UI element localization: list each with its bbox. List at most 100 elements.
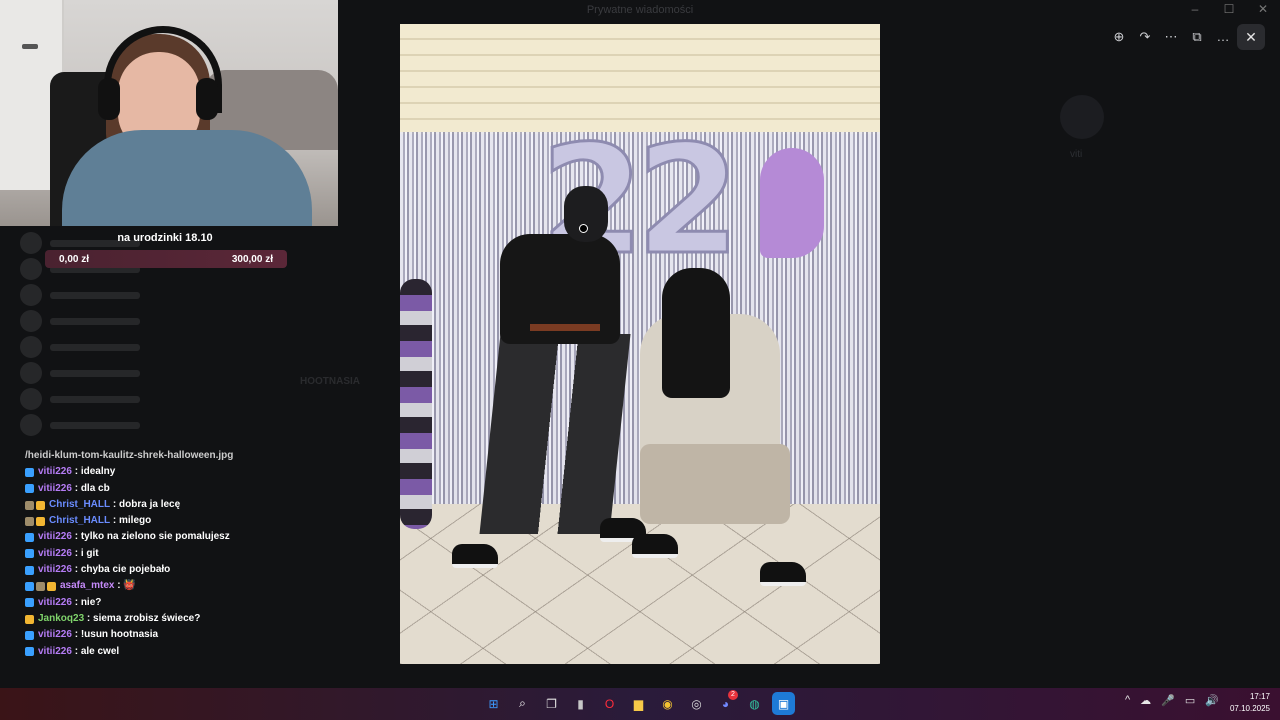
chat-username[interactable]: Jankoq23	[38, 611, 84, 627]
chat-username[interactable]: vitii226	[38, 481, 72, 497]
avatar	[1060, 95, 1104, 139]
taskbar-task-view-icon[interactable]: ❐	[540, 692, 563, 715]
chat-username[interactable]: vitii226	[38, 595, 72, 611]
zoom-in-icon[interactable]: ⊕	[1110, 28, 1128, 46]
chat-badge-icon[interactable]	[25, 467, 34, 477]
chat-message: vitii226 : tylko na zielono sie pomaluje…	[25, 529, 345, 545]
goal-title: na urodzinki 18.10	[117, 232, 213, 244]
chat-badge-icon[interactable]	[25, 647, 34, 657]
notification-badge: 2	[728, 690, 738, 700]
task-view-icon: ❐	[546, 696, 557, 711]
display-icon[interactable]: ▭	[1185, 694, 1195, 707]
taskbar-photos-icon[interactable]: ▣	[772, 692, 795, 715]
chat-badge-icon[interactable]	[25, 614, 34, 624]
chat-text: dobra ja lecę	[119, 498, 181, 510]
taskbar-windows-start-icon[interactable]: ⊞	[482, 692, 505, 715]
chat-badge-icon[interactable]	[25, 516, 34, 526]
close-viewer-button[interactable]: ✕	[1237, 24, 1265, 50]
rotate-icon[interactable]: ↷	[1136, 28, 1154, 46]
chat-username[interactable]: asafa_mtex	[60, 578, 114, 594]
chat-text: i git	[80, 547, 99, 559]
taskbar-chrome-icon[interactable]: ◉	[656, 692, 679, 715]
chat-badge-icon[interactable]	[25, 630, 34, 640]
microphone-icon[interactable]: 🎤	[1161, 694, 1175, 707]
chat-badge-icon[interactable]	[47, 582, 56, 592]
balloon-digit: 2	[634, 113, 741, 290]
chat-badge-icon[interactable]	[25, 582, 34, 592]
sneaker	[760, 562, 806, 586]
chat-username[interactable]: vitii226	[38, 562, 72, 578]
minimize-button[interactable]: –	[1188, 2, 1202, 16]
chat-message: vitii226 : ale cwel	[25, 644, 345, 660]
ellipsis-icon[interactable]: …	[1214, 28, 1232, 46]
webcam-overlay	[0, 0, 338, 226]
ghost-costume-hair	[662, 268, 730, 398]
taskbar-apps: ⊞ ⌕ ❐ ▮ O ▆ ◉ ◎ ◕ 2 ◍ ▣	[482, 690, 795, 715]
chat-text: milego	[119, 515, 152, 527]
taskbar-file-explorer-icon[interactable]: ▆	[627, 692, 650, 715]
system-clock[interactable]: 17:17 07.10.2025	[1230, 691, 1270, 715]
chat-username[interactable]: vitii226	[38, 529, 72, 545]
onedrive-icon[interactable]: ☁	[1140, 694, 1151, 707]
chat-badge-icon[interactable]	[25, 484, 34, 494]
chat-text: ale cwel	[80, 645, 120, 657]
open-external-icon[interactable]: ⧉	[1188, 28, 1206, 46]
maximize-button[interactable]: ☐	[1222, 2, 1236, 16]
taskbar-obs-studio-icon[interactable]: ◎	[685, 692, 708, 715]
chat-username[interactable]: Christ_HALL	[49, 513, 110, 529]
chat-text: !usun hootnasia	[80, 629, 159, 641]
chat-separator: :	[110, 498, 120, 510]
more-dots-icon[interactable]: ⋯	[1162, 28, 1180, 46]
chat-text: idealny	[80, 466, 116, 478]
headset-cup-right	[196, 78, 218, 120]
chat-text: 👹	[123, 580, 136, 592]
taskbar-discord-icon[interactable]: ◕ 2	[714, 690, 738, 715]
file-explorer-icon: ▆	[633, 696, 644, 711]
volume-icon[interactable]: 🔊	[1205, 694, 1219, 707]
clock-time: 17:17	[1249, 692, 1270, 701]
background-label: HOOTNASIA	[300, 376, 360, 387]
chat-separator: :	[71, 645, 81, 657]
viewed-photo: 2 2	[400, 24, 880, 664]
chat-message: asafa_mtex : 👹	[25, 578, 345, 594]
man-in-costume-legs	[479, 334, 631, 534]
chat-badge-icon[interactable]	[36, 582, 45, 592]
man-head	[564, 186, 608, 242]
chat-username[interactable]: vitii226	[38, 464, 72, 480]
chat-badge-icon[interactable]	[25, 500, 34, 510]
taskbar-search-icon[interactable]: ⌕	[511, 692, 534, 715]
chat-separator: :	[71, 466, 81, 478]
chat-badge-icon[interactable]	[36, 516, 45, 526]
chat-username[interactable]: vitii226	[38, 644, 72, 660]
chat-username[interactable]: vitii226	[38, 546, 72, 562]
chat-separator: :	[71, 482, 81, 494]
taskbar-obs-icon[interactable]: ▮	[569, 692, 592, 715]
opera-icon: O	[604, 696, 615, 711]
taskbar-opera-icon[interactable]: O	[598, 692, 621, 715]
donation-goal-widget: na urodzinki 18.10 0,00 zł 300,00 zł	[40, 226, 290, 272]
chat-message: vitii226 : dla cb	[25, 481, 345, 497]
windows-start-icon: ⊞	[488, 696, 499, 711]
chat-username[interactable]: vitii226	[38, 627, 72, 643]
chat-message: Christ_HALL : milego	[25, 513, 345, 529]
show-hidden-icons-icon[interactable]: ^	[1125, 694, 1130, 707]
door-handle	[22, 44, 38, 49]
chat-badge-icon[interactable]	[25, 533, 34, 543]
profile-panel: viti	[1060, 95, 1260, 168]
sneaker	[452, 544, 498, 568]
chat-badge-icon[interactable]	[25, 549, 34, 559]
taskbar-browser-globe-icon[interactable]: ◍	[743, 692, 766, 715]
clock-date: 07.10.2025	[1229, 704, 1270, 713]
image-viewer-toolbar: ⊕ ↷ ⋯ ⧉ …	[1106, 24, 1236, 50]
chat-badge-icon[interactable]	[25, 598, 34, 608]
goal-current-amount: 0,00 zł	[59, 253, 90, 265]
sneaker	[632, 534, 678, 558]
chat-username[interactable]: Christ_HALL	[49, 497, 110, 513]
chat-badge-icon[interactable]	[36, 500, 45, 510]
chat-badge-icon[interactable]	[25, 565, 34, 575]
close-window-button[interactable]: ✕	[1256, 2, 1270, 16]
mouse-cursor	[579, 224, 588, 233]
windows-taskbar: ⊞ ⌕ ❐ ▮ O ▆ ◉ ◎ ◕ 2 ◍ ▣ ^ ☁ 🎤 ▭ 🔊 17:17 07.10.2025	[0, 688, 1280, 720]
goal-progress-bar: 0,00 zł 300,00 zł	[45, 250, 287, 268]
belt	[530, 324, 600, 331]
